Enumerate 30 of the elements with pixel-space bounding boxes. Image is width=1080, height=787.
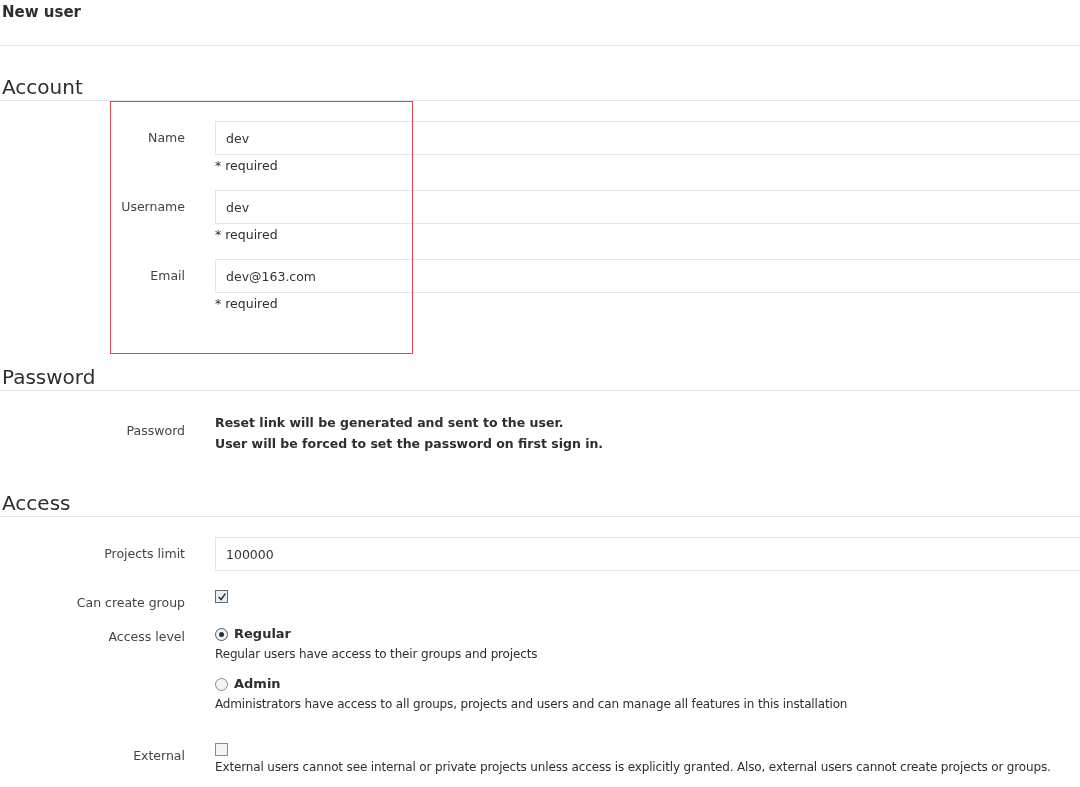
required-hint: * required — [215, 227, 278, 243]
section-heading: Account — [0, 74, 1080, 101]
page-title: New user — [1, 2, 82, 23]
field-label: Name — [147, 129, 185, 145]
checkbox[interactable] — [215, 743, 228, 756]
input-field[interactable]: dev — [215, 190, 1080, 224]
field-label: External — [132, 747, 185, 763]
checkbox[interactable] — [215, 590, 228, 603]
option-label: Regular — [234, 625, 292, 643]
required-hint: * required — [215, 158, 278, 174]
required-hint: * required — [215, 296, 278, 312]
field-label: Projects limit — [103, 545, 185, 561]
field-label: Username — [120, 198, 185, 214]
radio-button[interactable] — [215, 627, 228, 641]
password-note: User will be forced to set the password on first sign in. — [215, 435, 604, 453]
field-label: Can create group — [75, 594, 185, 610]
input-field[interactable]: dev — [215, 121, 1080, 155]
radio-button[interactable] — [215, 677, 228, 691]
input-field[interactable]: 100000 — [215, 537, 1080, 571]
section-heading: Access — [0, 490, 1080, 517]
field-label: Access level — [107, 628, 185, 644]
section-heading: Password — [0, 364, 1080, 391]
help-text: Administrators have access to all groups, projects and users and can manage all features in this installation — [215, 697, 848, 711]
option-label: Admin — [234, 675, 281, 693]
input-field[interactable]: dev@163.com — [215, 259, 1080, 293]
field-label: Email — [149, 267, 185, 283]
password-note: Reset link will be generated and sent to the user. — [215, 414, 564, 432]
help-text: Regular users have access to their groups and projects — [215, 647, 538, 661]
field-label: Password — [125, 422, 185, 438]
help-text: External users cannot see internal or private projects unless access is explicitly granted. Also, external users cannot create projects or groups. — [215, 759, 1051, 776]
